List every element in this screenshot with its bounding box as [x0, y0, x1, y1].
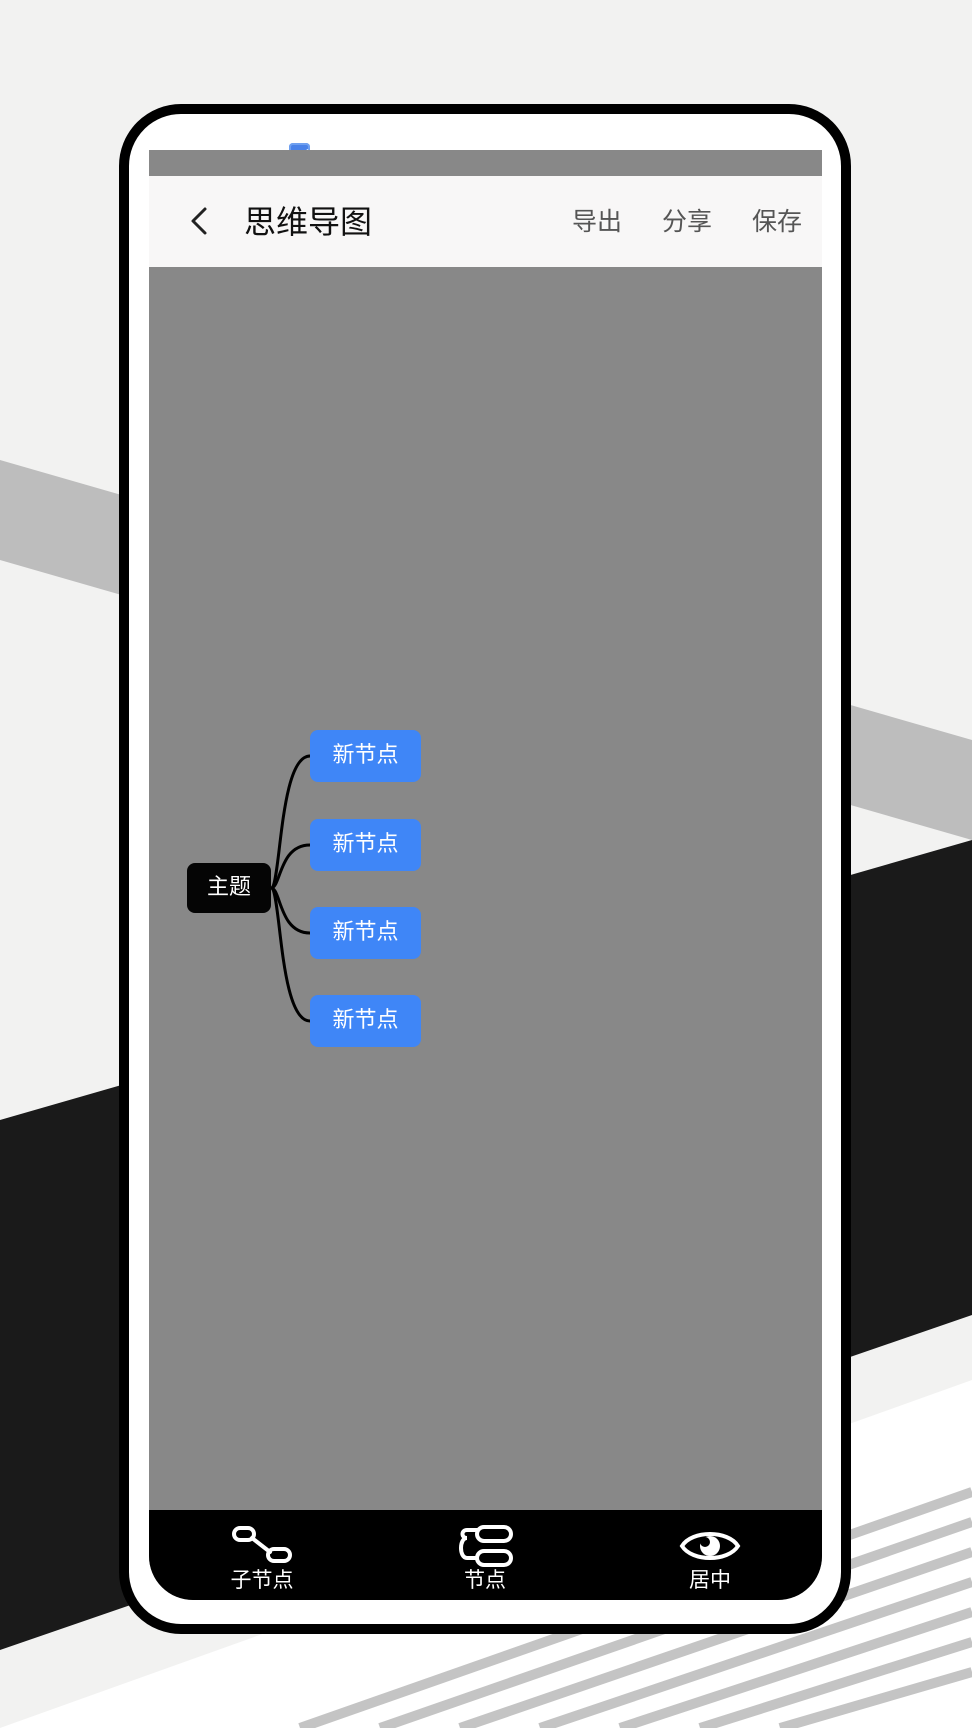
export-button[interactable]: 导出 [572, 201, 622, 243]
child-node[interactable]: 新节点 [310, 995, 421, 1047]
mindmap-canvas[interactable]: 主题 新节点 新节点 新节点 新节点 [149, 267, 822, 1513]
node-icon [459, 1525, 513, 1567]
add-child-node-button[interactable]: 子节点 [192, 1510, 332, 1600]
add-sibling-node-button[interactable]: 节点 [415, 1510, 555, 1600]
center-view-button[interactable]: 居中 [640, 1510, 780, 1600]
toolbar-label-center: 居中 [689, 1568, 731, 1592]
child-node-icon [232, 1526, 292, 1563]
save-button[interactable]: 保存 [752, 201, 802, 243]
share-button[interactable]: 分享 [662, 201, 712, 243]
bottom-toolbar: 子节点 节点 居中 [149, 1510, 822, 1600]
toolbar-label-node: 节点 [464, 1568, 506, 1592]
eye-icon [679, 1532, 741, 1560]
child-node[interactable]: 新节点 [310, 907, 421, 959]
page-title: 思维导图 [244, 203, 373, 241]
app-screen: 思维导图 导出 分享 保存 主题 新节点 新节点 新节点 新节点 子节点 节点 … [149, 150, 822, 1600]
top-app-bar: 思维导图 导出 分享 保存 [149, 176, 822, 267]
root-topic-node[interactable]: 主题 [187, 863, 271, 913]
back-arrow-icon[interactable] [183, 204, 217, 238]
child-node[interactable]: 新节点 [310, 730, 421, 782]
toolbar-label-child-node: 子节点 [230, 1568, 294, 1592]
child-node[interactable]: 新节点 [310, 819, 421, 871]
